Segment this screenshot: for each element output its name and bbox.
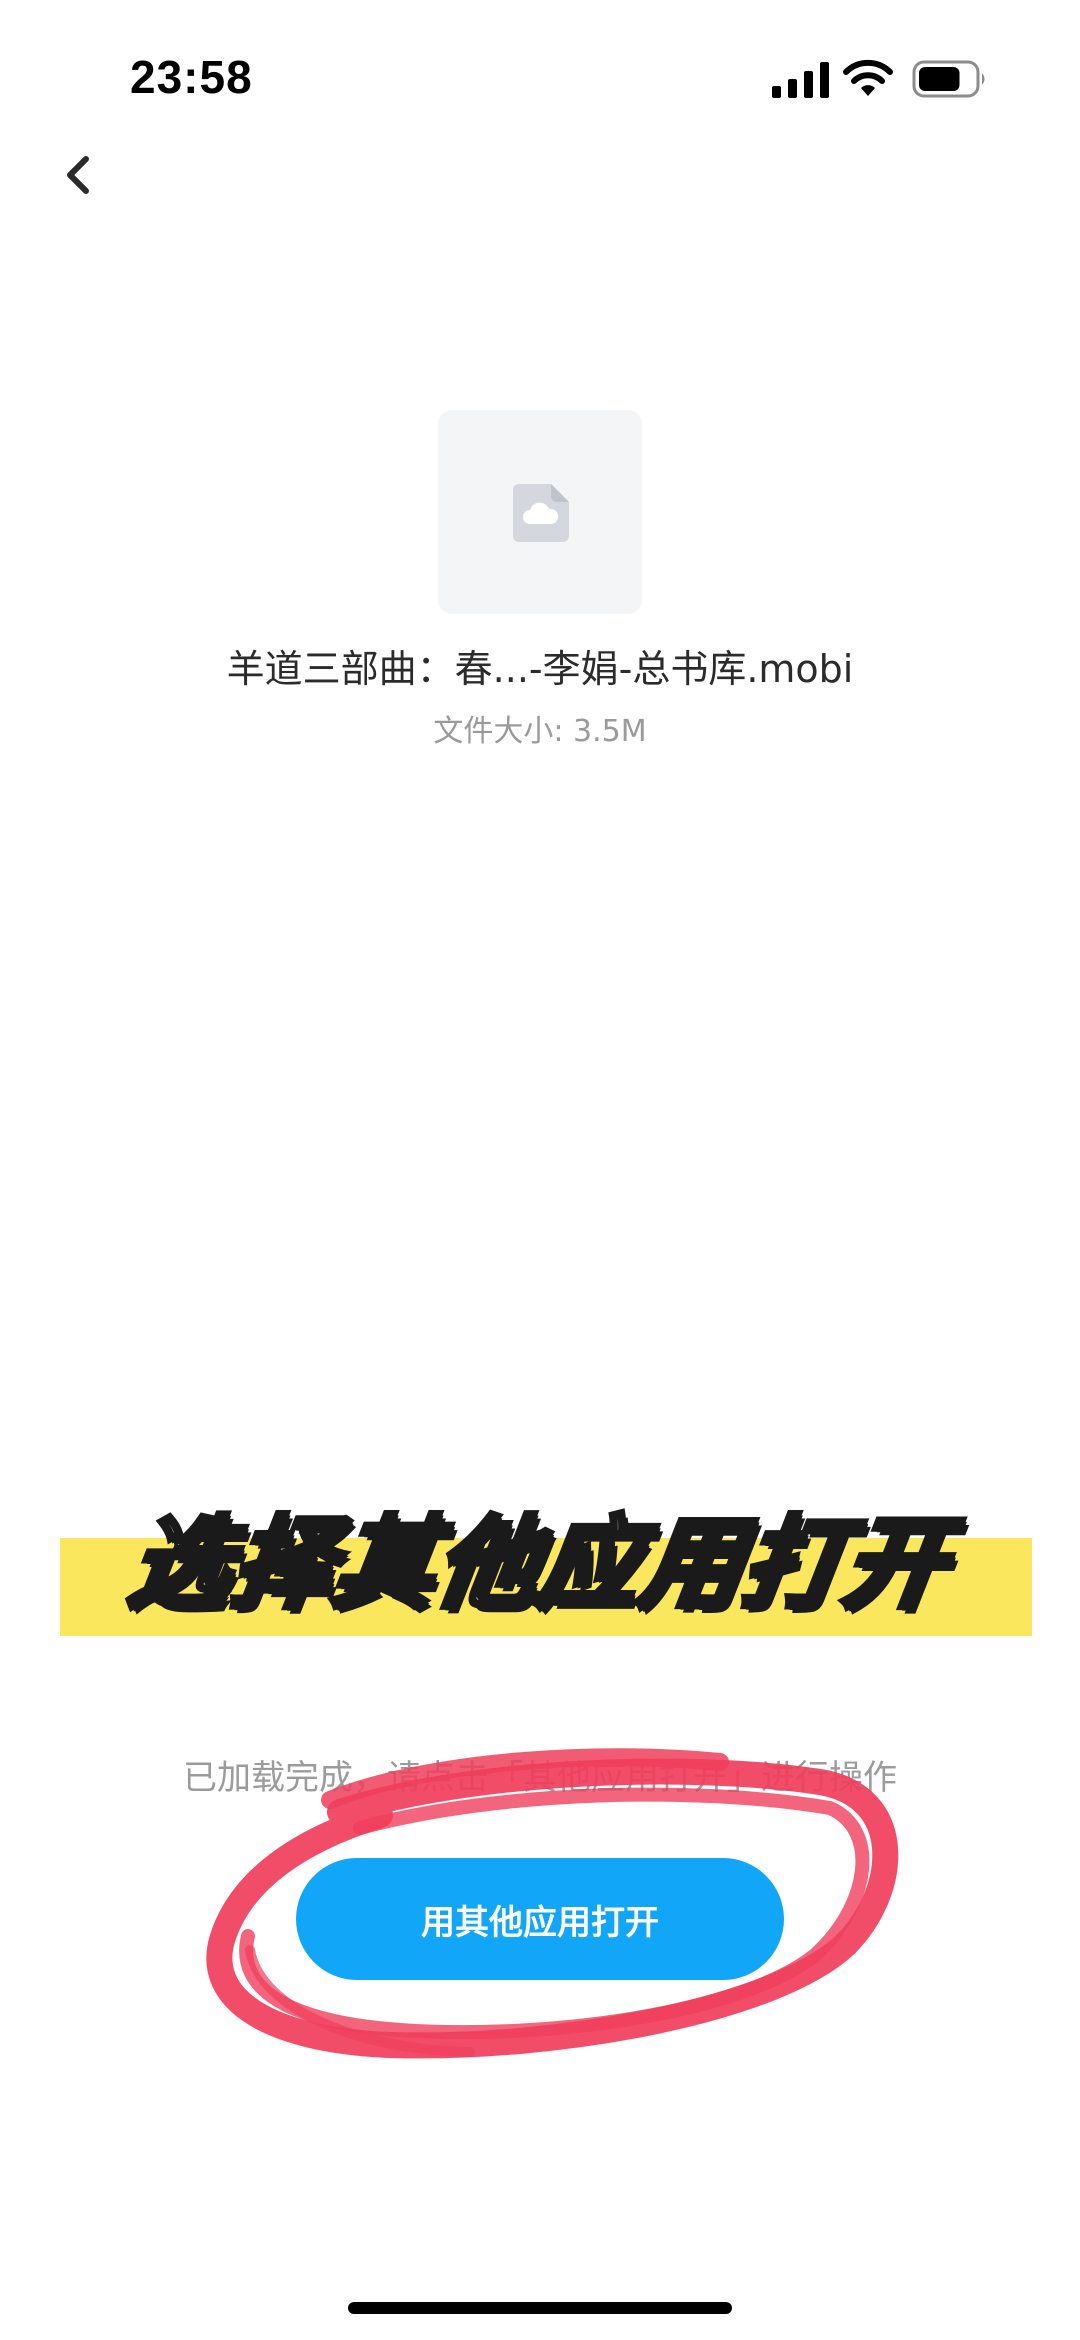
cloud-document-icon	[513, 484, 569, 542]
battery-icon	[912, 60, 985, 98]
chevron-left-icon	[67, 156, 89, 194]
file-thumbnail	[438, 410, 642, 614]
home-indicator[interactable]	[348, 2302, 732, 2314]
back-button[interactable]	[50, 145, 110, 205]
overlay-banner-text: 选择其他应用打开	[120, 1503, 957, 1625]
file-name: 羊道三部曲：春...-李娟-总书库.mobi	[226, 647, 854, 691]
status-time: 23:58	[130, 51, 253, 103]
wifi-icon	[843, 59, 893, 96]
annotation-circle-scribble	[206, 1748, 899, 2059]
file-size: 文件大小: 3.5M	[433, 714, 647, 749]
open-with-other-app-button[interactable]: 用其他应用打开	[296, 1858, 784, 1980]
file-preview-screen: 23:58 羊道三部曲：春...-李娟-总书库.mobi 文件大小: 3.5M …	[0, 0, 1080, 2340]
cellular-signal-icon	[772, 62, 829, 98]
status-bar: 23:58	[0, 0, 1080, 150]
load-complete-hint: 已加载完成，请点击「其他应用打开」进行操作	[183, 1758, 897, 1798]
